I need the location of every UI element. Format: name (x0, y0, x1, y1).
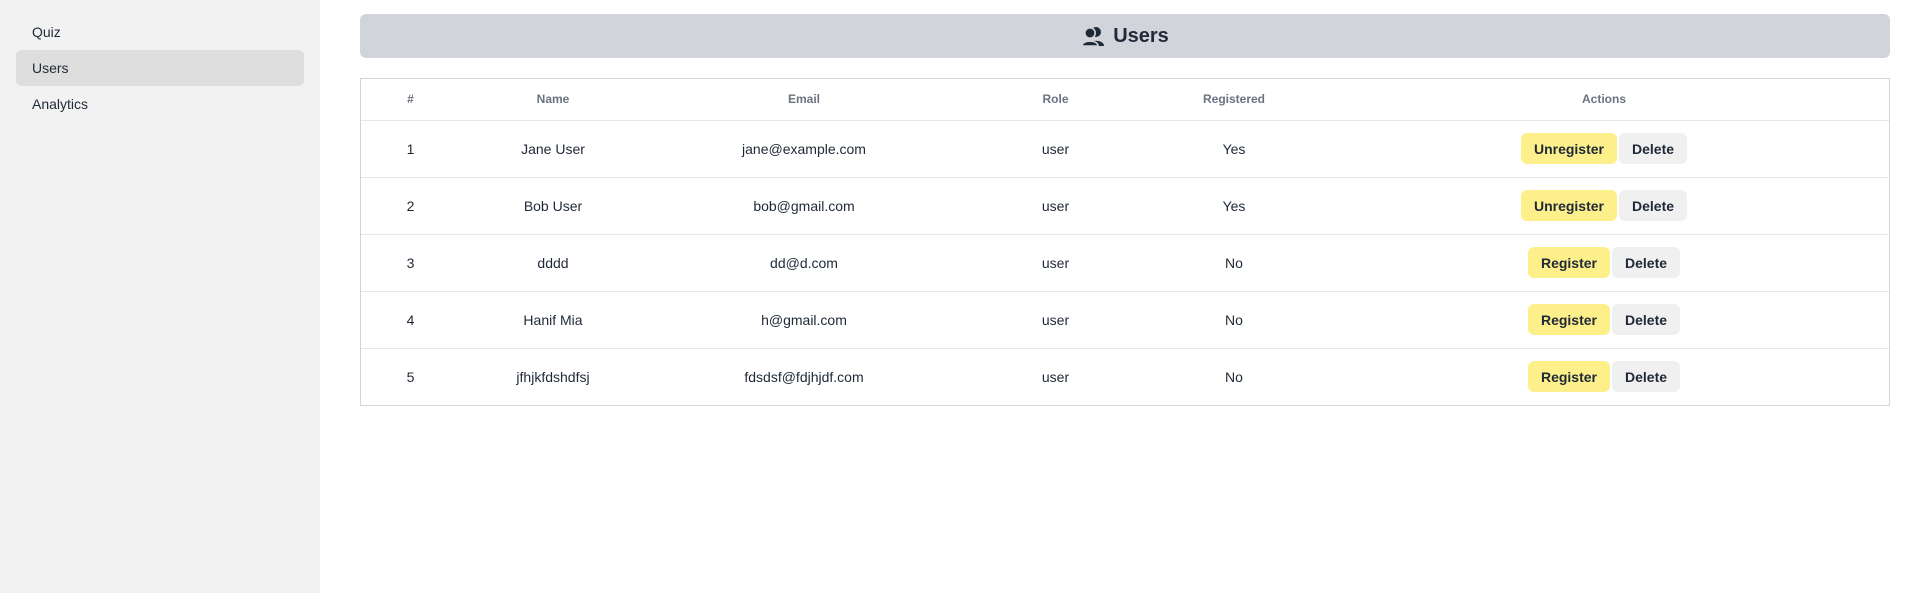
cell-name: Hanif Mia (460, 291, 646, 349)
sidebar-item-quiz[interactable]: Quiz (16, 14, 304, 50)
sidebar-item-users[interactable]: Users (16, 50, 304, 86)
cell-email: jane@example.com (646, 120, 962, 178)
cell-actions: Unregister Delete (1319, 177, 1889, 235)
cell-actions: Register Delete (1319, 291, 1889, 349)
delete-button[interactable]: Delete (1612, 247, 1681, 278)
delete-button[interactable]: Delete (1612, 361, 1681, 393)
cell-name: Bob User (460, 177, 646, 235)
cell-index: 3 (361, 234, 460, 292)
cell-registered: No (1149, 234, 1319, 292)
cell-index: 2 (361, 177, 460, 235)
column-header-email: Email (646, 79, 962, 121)
cell-index: 4 (361, 291, 460, 349)
table-header-row: # Name Email Role Registered Actions (361, 79, 1889, 121)
register-button[interactable]: Register (1527, 304, 1610, 335)
unregister-button[interactable]: Unregister (1520, 190, 1617, 221)
row-actions: Unregister Delete (1520, 190, 1688, 221)
table-row: 5 jfhjkfdshdfsj fdsdsf@fdjhjdf.com user … (361, 348, 1889, 405)
table-row: 1 Jane User jane@example.com user Yes Un… (361, 120, 1889, 178)
register-button[interactable]: Register (1527, 361, 1610, 393)
cell-actions: Register Delete (1319, 234, 1889, 292)
cell-name: dddd (460, 234, 646, 292)
cell-name: Jane User (460, 120, 646, 178)
cell-role: user (962, 120, 1149, 178)
users-icon (1081, 27, 1105, 47)
cell-email: dd@d.com (646, 234, 962, 292)
column-header-index: # (361, 79, 460, 121)
cell-email: bob@gmail.com (646, 177, 962, 235)
column-header-role: Role (962, 79, 1149, 121)
cell-actions: Unregister Delete (1319, 120, 1889, 178)
table-row: 2 Bob User bob@gmail.com user Yes Unregi… (361, 177, 1889, 235)
unregister-button[interactable]: Unregister (1520, 133, 1617, 164)
users-table-container: # Name Email Role Registered Actions 1 J… (360, 78, 1890, 406)
sidebar: Quiz Users Analytics (0, 0, 320, 593)
cell-email: fdsdsf@fdjhjdf.com (744, 368, 864, 385)
delete-button[interactable]: Delete (1612, 304, 1681, 335)
row-actions: Register Delete (1527, 361, 1681, 393)
cell-name: jfhjkfdshdfsj (516, 368, 590, 385)
main-content: Users # Name Email Role Registered Actio… (320, 0, 1919, 593)
table-row: 4 Hanif Mia h@gmail.com user No Register… (361, 291, 1889, 349)
delete-button[interactable]: Delete (1619, 190, 1688, 221)
register-button[interactable]: Register (1527, 247, 1610, 278)
delete-button[interactable]: Delete (1619, 133, 1688, 164)
cell-actions: Register Delete (1319, 348, 1889, 405)
column-header-name: Name (460, 79, 646, 121)
sidebar-item-analytics[interactable]: Analytics (16, 86, 304, 122)
cell-registered: No (1225, 368, 1243, 385)
cell-index: 5 (406, 368, 415, 385)
app-shell: Quiz Users Analytics Users # Name Email … (0, 0, 1919, 593)
cell-registered: Yes (1149, 120, 1319, 178)
page-title: Users (1113, 24, 1169, 47)
cell-role: user (962, 291, 1149, 349)
users-table: # Name Email Role Registered Actions 1 J… (361, 79, 1889, 405)
cell-registered: No (1149, 291, 1319, 349)
row-actions: Register Delete (1527, 247, 1681, 278)
table-row: 3 dddd dd@d.com user No Register Delete (361, 234, 1889, 292)
column-header-registered: Registered (1149, 79, 1319, 121)
cell-role: user (962, 234, 1149, 292)
cell-registered: Yes (1149, 177, 1319, 235)
row-actions: Register Delete (1527, 304, 1681, 335)
column-header-actions: Actions (1319, 79, 1889, 121)
cell-role: user (1041, 368, 1070, 385)
cell-email: h@gmail.com (646, 291, 962, 349)
row-actions: Unregister Delete (1520, 133, 1688, 164)
cell-index: 1 (361, 120, 460, 178)
cell-role: user (962, 177, 1149, 235)
page-header: Users (360, 14, 1890, 58)
